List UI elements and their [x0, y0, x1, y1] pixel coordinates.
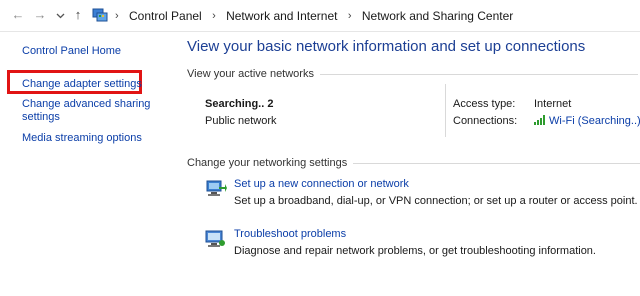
- breadcrumb-separator-icon: ›: [347, 9, 352, 22]
- arrow-up-icon: ↑: [74, 7, 82, 22]
- troubleshoot-problems-description: Diagnose and repair network problems, or…: [234, 245, 596, 257]
- sidebar: Control Panel Home Change adapter settin…: [0, 32, 172, 296]
- section-divider: [319, 73, 638, 75]
- breadcrumb: › Control Panel › Network and Internet ›…: [108, 8, 513, 23]
- wifi-connection-link[interactable]: Wi-Fi (Searching..): [549, 115, 640, 127]
- access-type-value: Internet: [534, 98, 572, 110]
- active-networks-section-header: View your active networks: [187, 68, 638, 80]
- up-button[interactable]: ↑: [70, 6, 86, 24]
- recent-locations-button[interactable]: [52, 6, 68, 24]
- troubleshoot-icon: [205, 228, 227, 250]
- control-panel-home-link[interactable]: Control Panel Home: [22, 45, 121, 58]
- section-divider: [353, 162, 640, 164]
- arrow-left-icon: ←: [11, 7, 25, 22]
- change-advanced-sharing-settings-link[interactable]: Change advanced sharing settings: [22, 98, 152, 124]
- forward-button[interactable]: →: [32, 6, 48, 24]
- chevron-down-icon: [56, 7, 65, 22]
- media-streaming-options-link[interactable]: Media streaming options: [22, 132, 142, 145]
- setup-new-connection-description: Set up a broadband, dial-up, or VPN conn…: [234, 195, 638, 207]
- vertical-divider: [445, 84, 446, 137]
- breadcrumb-network-sharing-center[interactable]: Network and Sharing Center: [362, 9, 513, 23]
- connections-value: Wi-Fi (Searching..): [534, 115, 640, 128]
- breadcrumb-network-and-internet[interactable]: Network and Internet: [226, 9, 337, 23]
- setup-new-connection-link[interactable]: Set up a new connection or network: [234, 178, 409, 190]
- main-content: View your basic network information and …: [187, 32, 640, 296]
- breadcrumb-control-panel[interactable]: Control Panel: [129, 9, 202, 23]
- arrow-right-icon: →: [33, 7, 47, 22]
- wifi-signal-icon: [534, 115, 546, 128]
- networking-settings-section-header: Change your networking settings: [187, 157, 640, 169]
- network-type: Public network: [205, 115, 277, 127]
- troubleshoot-problems-link[interactable]: Troubleshoot problems: [234, 228, 346, 240]
- breadcrumb-separator-icon: ›: [212, 9, 216, 22]
- networking-settings-heading: Change your networking settings: [187, 157, 348, 169]
- change-adapter-settings-link[interactable]: Change adapter settings: [22, 78, 142, 91]
- back-button[interactable]: ←: [10, 6, 26, 24]
- network-setup-icon: [205, 178, 227, 200]
- connections-label: Connections:: [453, 115, 518, 127]
- active-networks-heading: View your active networks: [187, 68, 314, 80]
- access-type-label: Access type:: [453, 98, 516, 110]
- address-bar: ← → ↑ › Control Panel › Network and Inte…: [0, 0, 640, 32]
- page-title: View your basic network information and …: [187, 38, 586, 55]
- network-name: Searching.. 2: [205, 98, 274, 110]
- breadcrumb-separator-icon: ›: [115, 9, 119, 22]
